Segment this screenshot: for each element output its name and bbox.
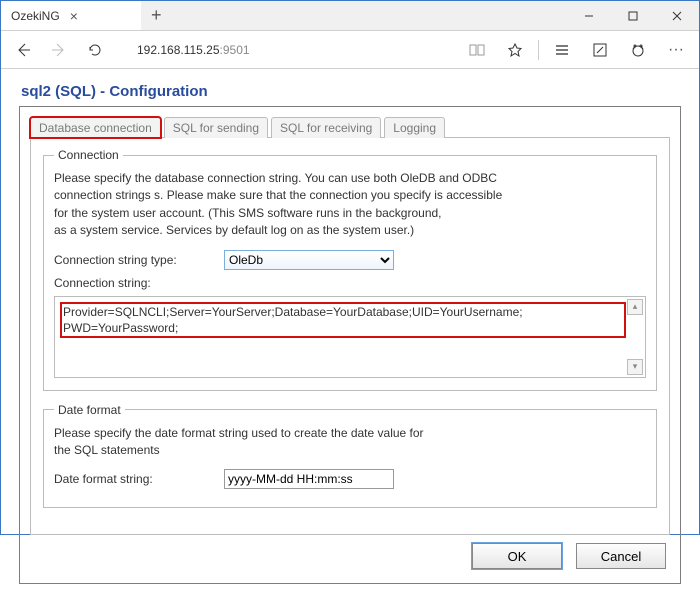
- dateformat-row: Date format string:: [54, 469, 646, 489]
- scroll-down-icon[interactable]: ▾: [627, 359, 643, 375]
- conn-string-label-row: Connection string:: [54, 276, 646, 290]
- conn-type-row: Connection string type: OleDb: [54, 250, 646, 270]
- browser-tab[interactable]: OzekiNG ×: [1, 1, 141, 30]
- tab-body: Connection Please specify the database c…: [30, 137, 670, 535]
- conn-string-box[interactable]: Provider=SQLNCLI;Server=YourServer;Datab…: [54, 296, 646, 378]
- browser-navbar: 192.168.115.25:9501 ···: [1, 31, 699, 69]
- ok-button[interactable]: OK: [472, 543, 562, 569]
- conn-type-select[interactable]: OleDb: [224, 250, 394, 270]
- minimize-button[interactable]: [567, 1, 611, 30]
- tab-database-connection[interactable]: Database connection: [30, 117, 161, 138]
- button-row: OK Cancel: [30, 543, 670, 569]
- forward-button[interactable]: [45, 36, 73, 64]
- address-host: 192.168.115.25: [137, 43, 220, 57]
- page-content: sql2 (SQL) - Configuration Database conn…: [1, 69, 699, 594]
- connection-group: Connection Please specify the database c…: [43, 148, 657, 391]
- back-button[interactable]: [9, 36, 37, 64]
- config-panel: Database connection SQL for sending SQL …: [19, 106, 681, 584]
- tab-sql-receiving[interactable]: SQL for receiving: [271, 117, 381, 138]
- cancel-button[interactable]: Cancel: [576, 543, 666, 569]
- conn-string-label: Connection string:: [54, 276, 214, 290]
- dateformat-input[interactable]: [224, 469, 394, 489]
- tab-strip: Database connection SQL for sending SQL …: [30, 117, 670, 138]
- address-bar[interactable]: 192.168.115.25:9501: [117, 43, 454, 57]
- dateformat-legend: Date format: [54, 403, 125, 417]
- browser-titlebar: OzekiNG × +: [1, 1, 699, 31]
- share-icon[interactable]: [623, 36, 653, 64]
- connection-legend: Connection: [54, 148, 123, 162]
- refresh-button[interactable]: [81, 36, 109, 64]
- tab-logging[interactable]: Logging: [384, 117, 445, 138]
- browser-tab-title: OzekiNG: [11, 9, 60, 23]
- conn-type-label: Connection string type:: [54, 253, 214, 267]
- favorite-icon[interactable]: [500, 36, 530, 64]
- more-icon[interactable]: ···: [661, 36, 691, 64]
- tab-sql-sending[interactable]: SQL for sending: [164, 117, 268, 138]
- conn-string-value: Provider=SQLNCLI;Server=YourServer;Datab…: [61, 303, 625, 337]
- dateformat-label: Date format string:: [54, 472, 214, 486]
- dateformat-group: Date format Please specify the date form…: [43, 403, 657, 509]
- reading-view-icon[interactable]: [462, 36, 492, 64]
- note-icon[interactable]: [585, 36, 615, 64]
- address-port: :9501: [220, 43, 250, 57]
- hub-icon[interactable]: [547, 36, 577, 64]
- scroll-up-icon[interactable]: ▴: [627, 299, 643, 315]
- connection-description: Please specify the database connection s…: [54, 170, 646, 240]
- close-tab-icon[interactable]: ×: [70, 8, 78, 24]
- page-title: sql2 (SQL) - Configuration: [19, 79, 681, 106]
- maximize-button[interactable]: [611, 1, 655, 30]
- dateformat-description: Please specify the date format string us…: [54, 425, 646, 460]
- new-tab-button[interactable]: +: [141, 1, 172, 30]
- close-window-button[interactable]: [655, 1, 699, 30]
